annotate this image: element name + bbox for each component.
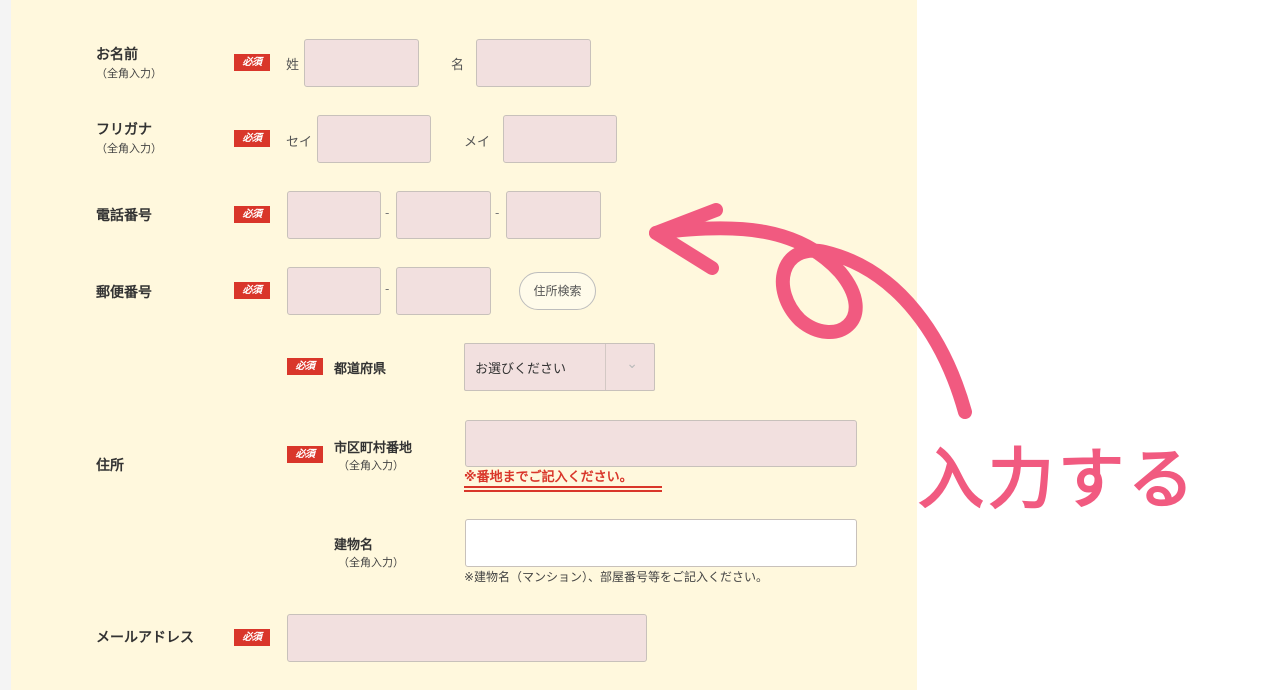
annotation-text: 入力する xyxy=(918,441,1198,518)
annotation-arrow xyxy=(649,203,972,419)
